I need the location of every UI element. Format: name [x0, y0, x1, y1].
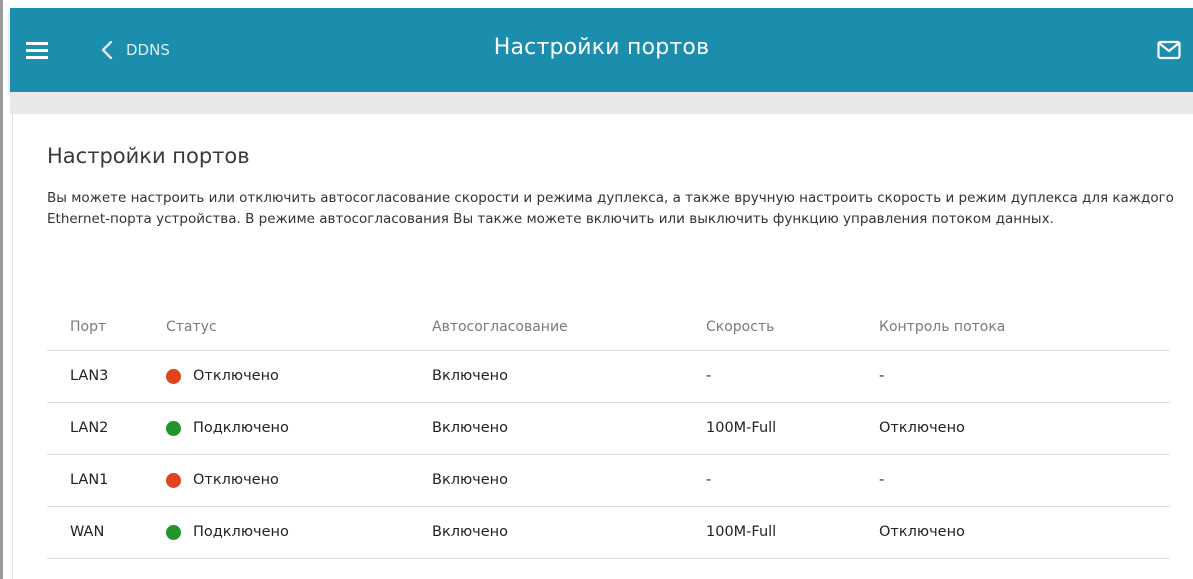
speed-value: -	[706, 454, 879, 507]
flow-control-value: Отключено	[879, 402, 1170, 455]
status-indicator	[166, 472, 181, 488]
autonegotiation-value: Включено	[432, 506, 706, 559]
column-header-port: Порт	[47, 304, 166, 351]
header-spacer	[10, 92, 1193, 114]
autonegotiation-value: Включено	[432, 350, 706, 403]
status-cell: Отключено	[166, 350, 432, 403]
port-name: WAN	[47, 506, 166, 559]
ports-table: Порт Статус Автосогласование Скорость Ко…	[47, 304, 1170, 559]
flow-control-value: -	[879, 454, 1170, 507]
flow-control-value: Отключено	[879, 506, 1170, 559]
content-card: Настройки портов Вы можете настроить или…	[12, 114, 1193, 579]
status-indicator	[166, 420, 181, 436]
speed-value: -	[706, 350, 879, 403]
speed-value: 100M-Full	[706, 506, 879, 559]
port-name: LAN2	[47, 402, 166, 455]
status-cell: Подключено	[166, 402, 432, 455]
header-title: Настройки портов	[493, 35, 710, 60]
speed-value: 100M-Full	[706, 402, 879, 455]
status-text: Отключено	[193, 472, 279, 488]
status-indicator	[166, 524, 181, 540]
top-bar: DDNS Настройки портов	[10, 8, 1193, 92]
table-header-row: Порт Статус Автосогласование Скорость Ко…	[47, 304, 1170, 351]
page-description: Вы можете настроить или отключить автосо…	[47, 190, 1174, 227]
status-text: Подключено	[193, 524, 289, 540]
table-row[interactable]: LAN2 Подключено Включено 100M-Full Отклю…	[47, 402, 1170, 455]
status-cell: Отключено	[166, 454, 432, 507]
table-row[interactable]: LAN1 Отключено Включено - -	[47, 454, 1170, 507]
table-row[interactable]: WAN Подключено Включено 100M-Full Отключ…	[47, 506, 1170, 559]
status-text: Подключено	[193, 420, 289, 436]
table-row[interactable]: LAN3 Отключено Включено - -	[47, 350, 1170, 403]
window-left-border	[0, 0, 3, 579]
port-name: LAN3	[47, 350, 166, 403]
page-title: Настройки портов	[47, 144, 250, 168]
column-header-speed: Скорость	[706, 304, 879, 351]
mail-icon[interactable]	[1157, 40, 1181, 60]
flow-control-value: -	[879, 350, 1170, 403]
column-header-autonegotiation: Автосогласование	[432, 304, 706, 351]
status-cell: Подключено	[166, 506, 432, 559]
column-header-flow-control: Контроль потока	[879, 304, 1170, 351]
autonegotiation-value: Включено	[432, 454, 706, 507]
status-indicator	[166, 368, 181, 384]
column-header-status: Статус	[166, 304, 432, 351]
port-name: LAN1	[47, 454, 166, 507]
autonegotiation-value: Включено	[432, 402, 706, 455]
status-text: Отключено	[193, 368, 279, 384]
